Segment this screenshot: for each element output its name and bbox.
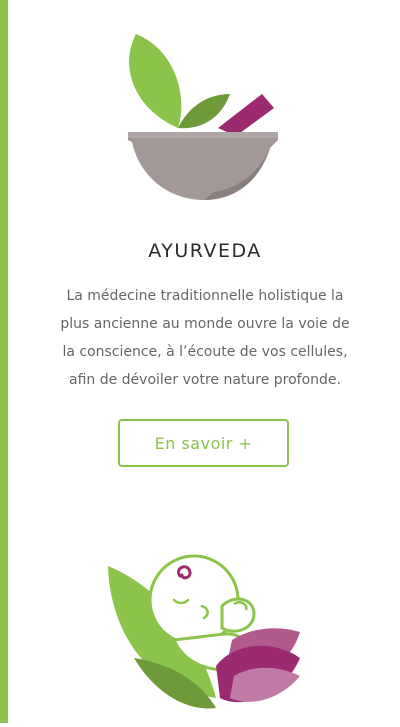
section-title: AYURVEDA bbox=[148, 240, 262, 262]
left-accent-bar bbox=[0, 0, 8, 723]
section-description: La médecine traditionnelle holistique la… bbox=[60, 288, 350, 388]
baby-icon bbox=[104, 548, 309, 723]
learn-more-button[interactable]: En savoir + bbox=[118, 419, 289, 467]
mortar-and-pestle-icon bbox=[118, 28, 288, 208]
